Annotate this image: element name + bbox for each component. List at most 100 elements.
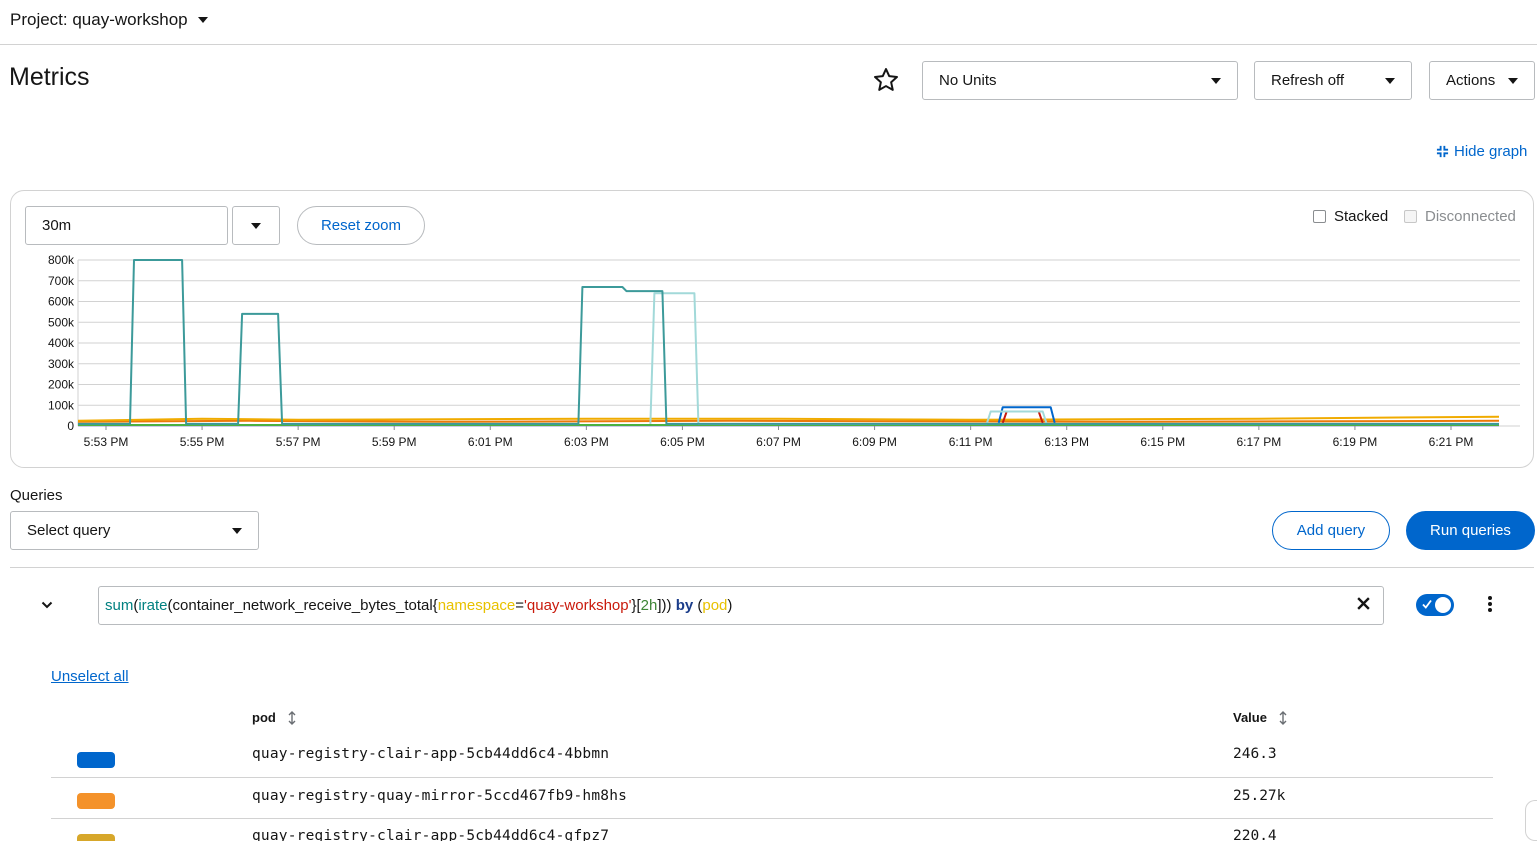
query-token: pod	[702, 597, 728, 614]
toggle-knob	[1435, 597, 1451, 613]
query-token: 'quay-workshop'	[524, 597, 632, 614]
y-axis-tick-label: 200k	[48, 378, 75, 392]
caret-down-icon	[1385, 77, 1395, 84]
kebab-menu-icon[interactable]	[1485, 594, 1495, 614]
query-token: }[	[631, 597, 641, 614]
series-line	[649, 292, 1048, 425]
actions-menu[interactable]: Actions	[1429, 61, 1535, 100]
column-header-pod[interactable]: pod	[252, 710, 296, 725]
refresh-select-value: Refresh off	[1271, 72, 1345, 89]
disconnected-label: Disconnected	[1425, 208, 1516, 225]
pod-name: quay-registry-clair-app-5cb44dd6c4-4bbmn	[252, 746, 610, 762]
y-axis-tick-label: 700k	[48, 274, 75, 288]
pod-name: quay-registry-quay-mirror-5ccd467fb9-hm8…	[252, 788, 628, 804]
reset-zoom-button[interactable]: Reset zoom	[297, 206, 425, 245]
hide-graph-label: Hide graph	[1454, 143, 1528, 160]
queries-heading: Queries	[10, 487, 63, 504]
sort-icon[interactable]	[1279, 710, 1287, 725]
unselect-all-link[interactable]: Unselect all	[51, 668, 129, 685]
query-enable-toggle[interactable]	[1416, 594, 1454, 616]
y-axis-tick-label: 0	[67, 419, 74, 433]
table-row[interactable]: quay-registry-clair-app-5cb44dd6c4-4bbmn…	[51, 736, 1493, 778]
pod-value: 246.3	[1233, 746, 1277, 762]
query-token: by	[675, 597, 694, 614]
project-selector[interactable]: Project: quay-workshop	[10, 10, 188, 30]
time-range-dropdown-toggle[interactable]	[232, 206, 280, 245]
query-token: )	[727, 597, 733, 614]
check-icon	[1422, 599, 1432, 609]
query-token: sum	[105, 597, 134, 614]
x-axis-tick-label: 6:07 PM	[756, 435, 801, 449]
metrics-chart[interactable]: 0 100k 200k 300k 400k 500k 600k 700k 800k 5:53 PM…	[0, 248, 1537, 458]
x-axis-tick-label: 6:09 PM	[852, 435, 897, 449]
y-axis-tick-label: 300k	[48, 357, 75, 371]
units-select-value: No Units	[939, 72, 997, 89]
y-axis-tick-label: 400k	[48, 336, 75, 350]
add-query-button[interactable]: Add query	[1272, 511, 1390, 550]
project-bar	[0, 0, 1537, 45]
x-axis-tick-label: 6:21 PM	[1429, 435, 1474, 449]
query-token: 2h	[640, 597, 658, 614]
series-color-swatch[interactable]	[77, 834, 115, 841]
compress-icon	[1436, 145, 1449, 158]
x-axis-tick-label: 6:19 PM	[1333, 435, 1378, 449]
select-query-dropdown[interactable]: Select query	[10, 511, 259, 550]
query-token: =	[515, 597, 525, 614]
caret-down-icon[interactable]	[198, 17, 208, 23]
caret-down-icon	[1508, 77, 1518, 84]
series-color-swatch[interactable]	[77, 793, 115, 809]
y-axis-tick-label: 500k	[48, 315, 75, 329]
stacked-label: Stacked	[1334, 208, 1389, 225]
stacked-checkbox[interactable]: Stacked	[1313, 208, 1388, 225]
x-axis-tick-label: 6:11 PM	[949, 435, 993, 449]
select-query-placeholder: Select query	[27, 522, 111, 539]
series-line	[78, 259, 1499, 425]
table-row[interactable]: quay-registry-quay-mirror-5ccd467fb9-hm8…	[51, 777, 1493, 819]
hide-graph-button[interactable]: Hide graph	[1436, 143, 1527, 160]
query-token: (	[693, 597, 703, 614]
x-axis-tick-label: 5:55 PM	[180, 435, 225, 449]
column-header-label: pod	[252, 710, 276, 725]
time-range-input[interactable]: 30m	[25, 206, 228, 245]
x-axis-tick-label: 6:01 PM	[468, 435, 513, 449]
units-select[interactable]: No Units	[922, 61, 1238, 100]
run-queries-button[interactable]: Run queries	[1406, 511, 1535, 550]
column-header-label: Value	[1233, 710, 1267, 725]
divider	[10, 567, 1534, 568]
x-axis-tick-label: 6:15 PM	[1140, 435, 1185, 449]
checkbox-icon	[1404, 210, 1417, 223]
chevron-down-icon[interactable]	[40, 598, 54, 612]
x-axis-tick-label: 6:13 PM	[1044, 435, 1089, 449]
close-icon[interactable]	[1356, 596, 1371, 611]
x-axis-tick-label: 6:05 PM	[660, 435, 705, 449]
x-axis-tick-label: 5:53 PM	[84, 435, 129, 449]
query-expression-input[interactable]: sum ( irate (container_network_receive_byte…	[98, 586, 1384, 625]
pod-value: 220.4	[1233, 828, 1277, 841]
actions-label: Actions	[1446, 72, 1496, 89]
query-token: ]))	[657, 597, 676, 614]
column-header-value[interactable]: Value	[1233, 710, 1287, 725]
caret-down-icon	[251, 222, 261, 229]
x-axis-tick-label: 5:57 PM	[276, 435, 321, 449]
y-axis-tick-label: 100k	[48, 398, 75, 412]
checkbox-icon[interactable]	[1313, 210, 1326, 223]
table-row[interactable]: quay-registry-clair-app-5cb44dd6c4-gfpz7…	[51, 818, 1493, 841]
sort-icon[interactable]	[288, 710, 296, 725]
pod-value: 25.27k	[1233, 788, 1286, 804]
side-drawer-tab[interactable]	[1525, 800, 1537, 841]
star-icon[interactable]	[872, 66, 900, 94]
x-axis-tick-label: 5:59 PM	[372, 435, 417, 449]
query-token: irate	[138, 597, 168, 614]
caret-down-icon	[1211, 77, 1221, 84]
y-axis-tick-label: 800k	[48, 253, 75, 267]
pod-name: quay-registry-clair-app-5cb44dd6c4-gfpz7	[252, 828, 610, 841]
x-axis-tick-label: 6:03 PM	[564, 435, 609, 449]
x-axis-tick-label: 6:17 PM	[1237, 435, 1282, 449]
refresh-interval-select[interactable]: Refresh off	[1254, 61, 1412, 100]
series-color-swatch[interactable]	[77, 752, 115, 768]
disconnected-checkbox: Disconnected	[1404, 208, 1516, 225]
y-axis-tick-label: 600k	[48, 295, 75, 309]
query-token: namespace	[437, 597, 516, 614]
page-title: Metrics	[9, 63, 90, 91]
query-token: (container_network_receive_bytes_total{	[167, 597, 438, 614]
